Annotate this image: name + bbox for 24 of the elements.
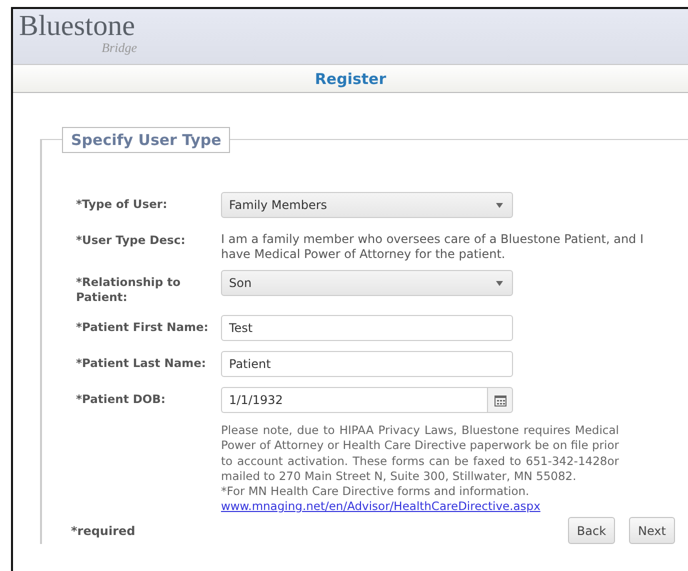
field-label: *Patient DOB: xyxy=(76,391,167,407)
dropdown[interactable]: Son xyxy=(221,270,513,296)
directive-note: *For MN Health Care Directive forms and information. xyxy=(221,484,530,500)
logo: Bluestone Bridge xyxy=(19,11,135,54)
field-label: *Relationship to Patient: xyxy=(76,274,182,305)
field-label: *Type of User: xyxy=(76,196,168,212)
dropdown[interactable]: Family Members xyxy=(221,192,513,218)
section-legend: Specify User Type xyxy=(62,127,230,153)
page-title: Register xyxy=(314,70,386,88)
date-field[interactable]: 1/1/1932 xyxy=(221,387,487,413)
nav-button[interactable]: Next xyxy=(629,517,675,544)
required-note: *required xyxy=(71,524,136,538)
directive-link[interactable]: www.mnaging.net/en/Advisor/HealthCareDirective.aspx xyxy=(221,499,540,514)
calendar-icon[interactable] xyxy=(487,387,513,413)
caret-icon xyxy=(496,280,503,286)
privacy-note: Please note, due to HIPAA Privacy Laws, Bluestone requires Medical Power of Attorney or Health Care Directive paperwork be on file prior to account activation. These forms can be faxed to 651-342-1428or mailed to 270 Main Street N, Suite 300, Stillwater, MN 55082. xyxy=(221,423,619,484)
field-label: *Patient First Name: xyxy=(76,319,210,335)
input-field[interactable]: Patient xyxy=(221,351,513,377)
input-field[interactable]: Test xyxy=(221,315,513,341)
field-label: *Patient Last Name: xyxy=(76,355,208,371)
caret-icon xyxy=(496,202,503,208)
nav-button[interactable]: Back xyxy=(568,517,616,544)
field-label: *User Type Desc: xyxy=(76,232,186,248)
user-type-description: I am a family member who oversees care of a Bluestone Patient, and I have Medical Power of Attorney for the patient. xyxy=(221,231,645,262)
